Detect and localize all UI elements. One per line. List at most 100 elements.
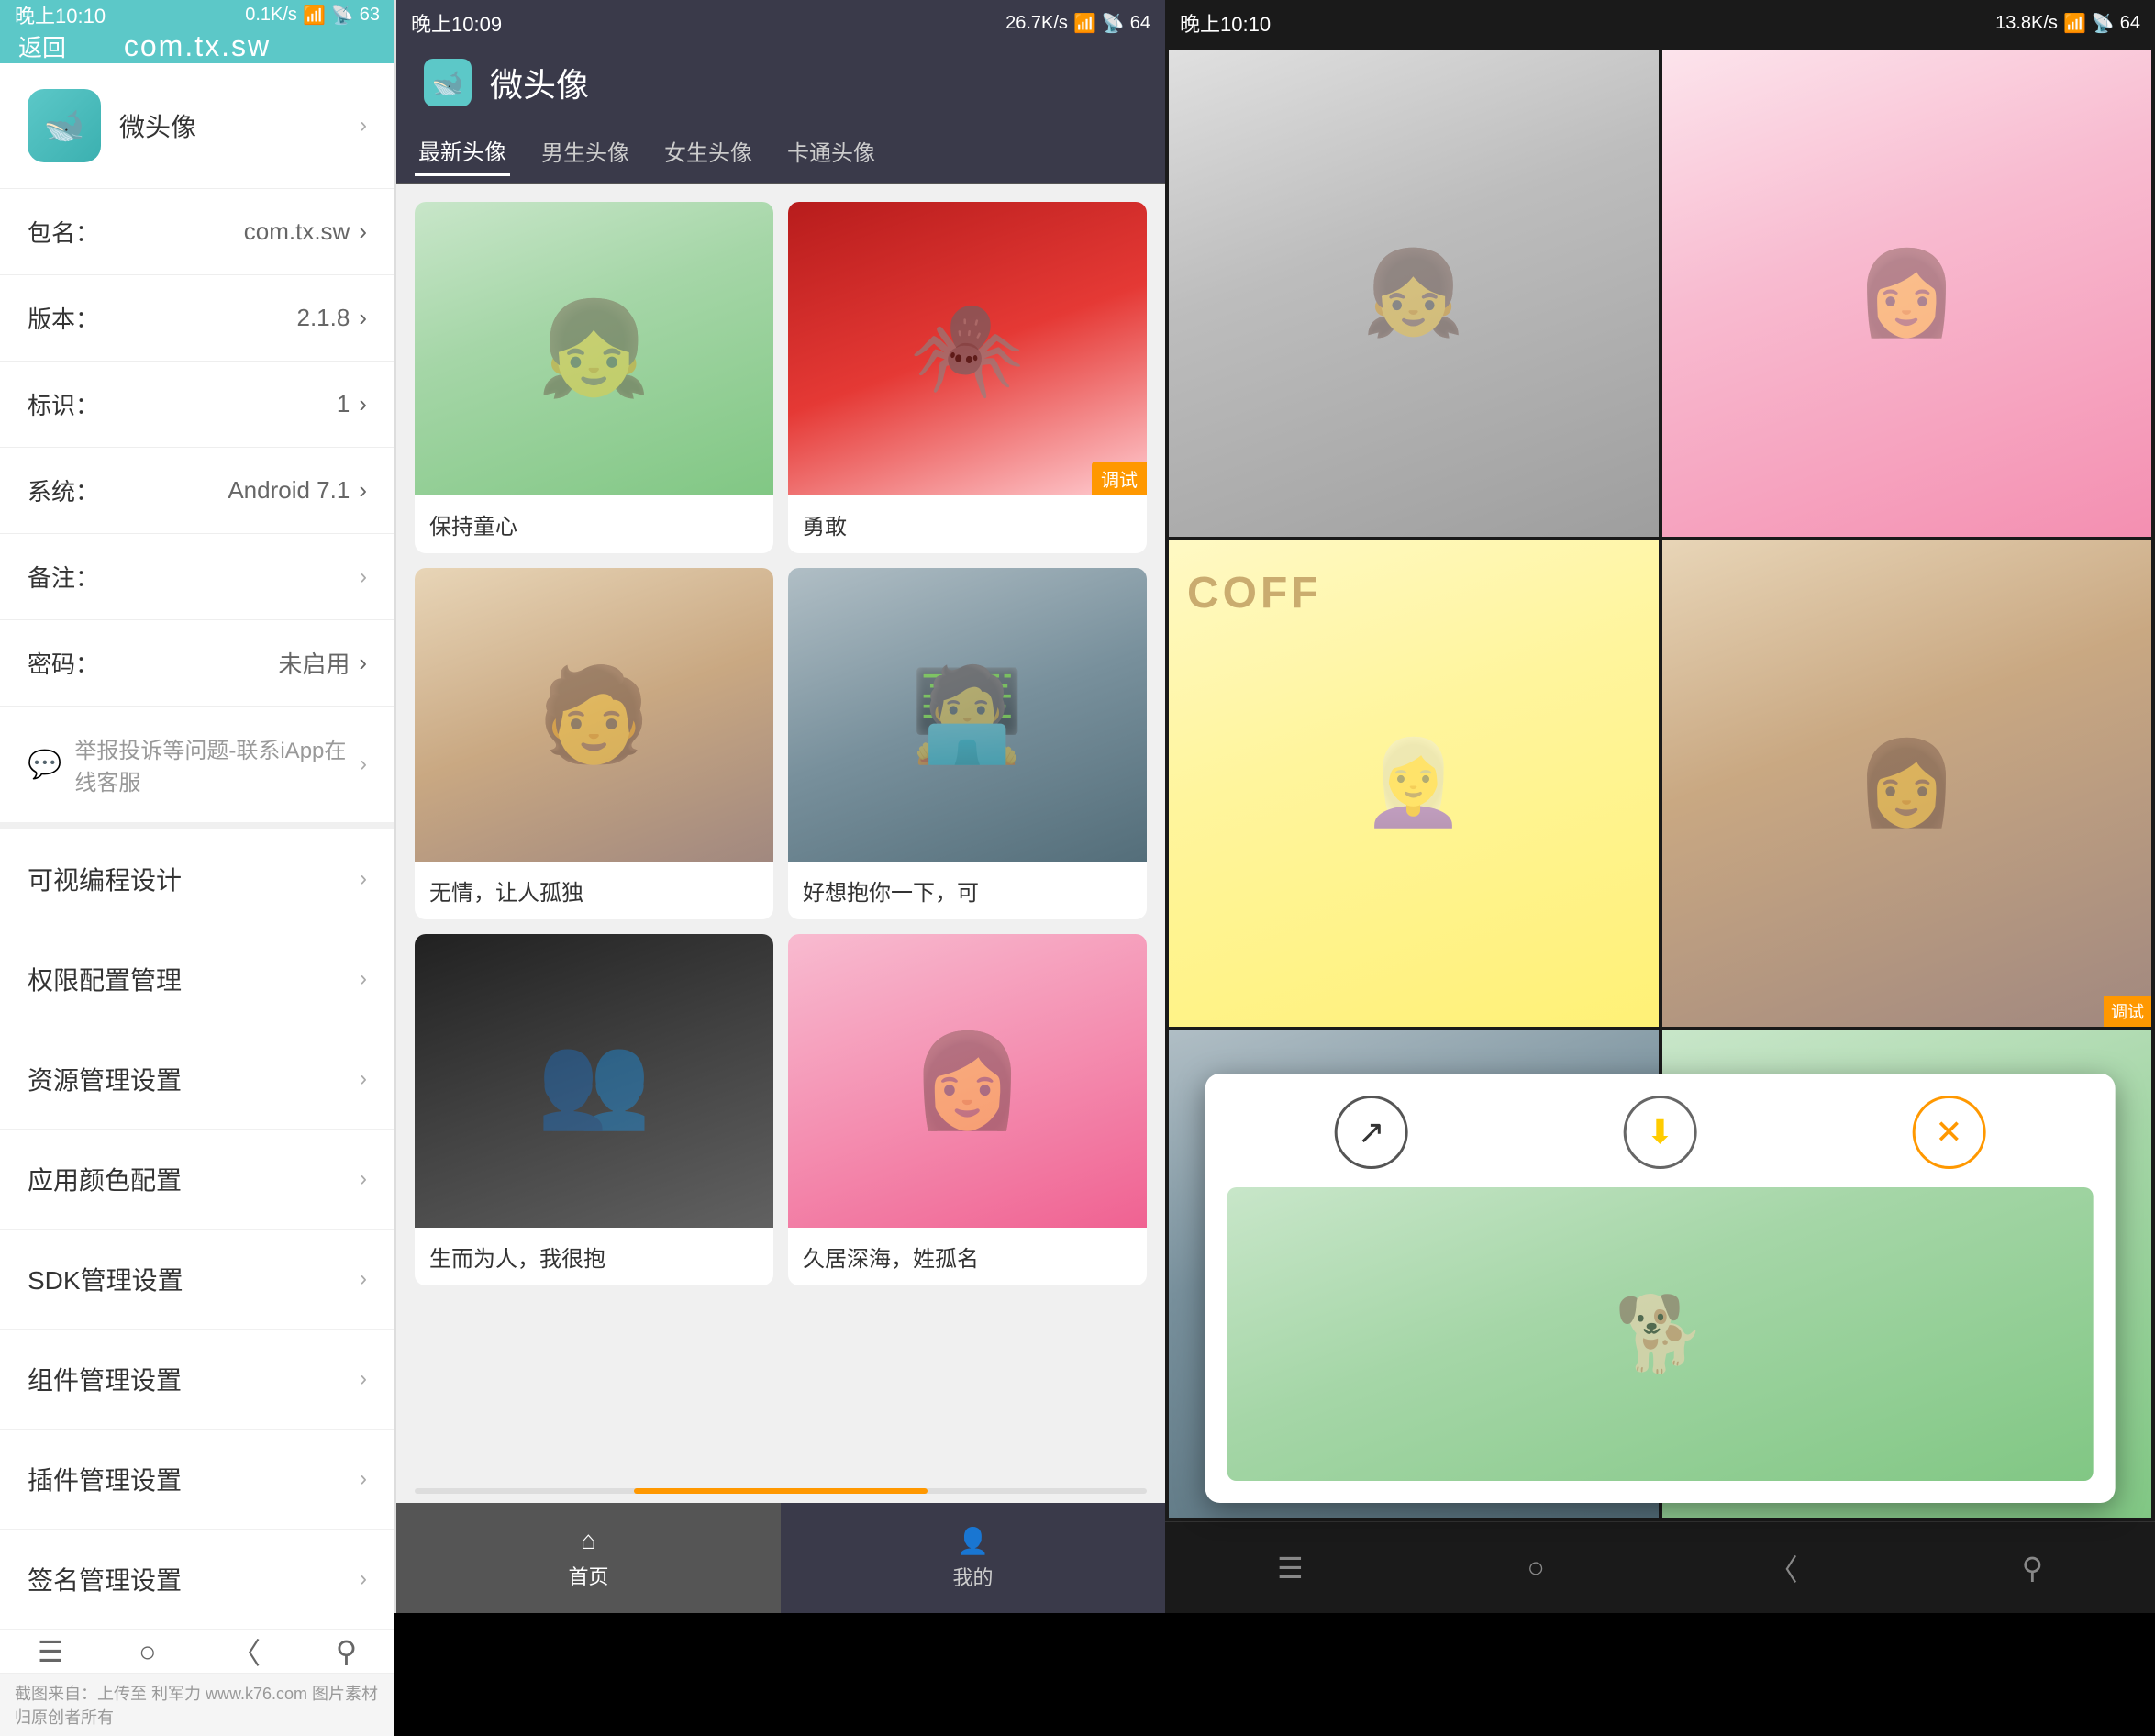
panel3-bottom-nav: ☰ ○ 〈 ⚲ [1165, 1521, 2155, 1613]
avatar-card-4-label: 生而为人，我很抱 [415, 1228, 773, 1285]
menu-item-components[interactable]: 组件管理设置 › [0, 1330, 394, 1430]
field-password-chevron-icon: › [359, 649, 367, 677]
app-icon-emoji: 🐋 [44, 106, 85, 145]
report-text: 举报投诉等问题-联系iApp在线客服 [74, 732, 347, 796]
field-version-value: 2.1.8 › [297, 304, 368, 332]
panel1-nav-home-icon[interactable]: ○ [139, 1635, 156, 1669]
avatar-card-1-label: 勇敢 [788, 495, 1147, 553]
avatar-card-4[interactable]: 👥 生而为人，我很抱 [415, 934, 773, 1285]
field-version[interactable]: 版本： 2.1.8 › [0, 275, 394, 362]
gallery-cell-3-image: 👩 调试 [1662, 540, 2152, 1028]
panel2-wifi-icon: 📡 [1102, 12, 1125, 35]
avatar-card-0[interactable]: 👧 保持童心 [415, 202, 773, 553]
panel3-image-gallery: 晚上10:10 13.8K/s 📶 📡 64 👧 👩 [1165, 0, 2155, 1613]
menu-item-signature[interactable]: 签名管理设置 › [0, 1530, 394, 1630]
panel2-nav-home[interactable]: ⌂ 首页 [396, 1503, 781, 1613]
popup-download-icon: ⬇ [1646, 1113, 1673, 1152]
app-icon: 🐋 [28, 89, 101, 162]
panel3-status-right: 13.8K/s 📶 📡 64 [1995, 12, 2140, 35]
gallery-cell-0[interactable]: 👧 [1169, 50, 1659, 537]
popup-close-icon: ✕ [1935, 1113, 1962, 1152]
tab-male-avatar[interactable]: 男生头像 [538, 128, 633, 174]
gallery-cell-2-image: 👩‍🦳 COFF [1169, 540, 1659, 1028]
menu-label-permissions: 权限配置管理 [28, 961, 182, 997]
avatar-card-3[interactable]: 🧑‍💻 好想抱你一下，可 [788, 568, 1147, 919]
avatar-card-0-image: 👧 [415, 202, 773, 495]
menu-label-resources: 资源管理设置 [28, 1061, 182, 1097]
panel1-statusbar: 晚上10:10 0.1K/s 📶 📡 63 [0, 0, 394, 29]
panel1-status-time: 晚上10:10 [15, 0, 106, 29]
panel3-nav-menu-icon[interactable]: ☰ [1277, 1551, 1304, 1586]
panel2-statusbar: 晚上10:09 26.7K/s 📶 📡 64 [396, 0, 1165, 46]
gallery-cell-1-image: 👩 [1662, 50, 2152, 537]
panel1-battery-text: 63 [360, 5, 380, 26]
panel3-nav-person-icon[interactable]: ⚲ [2022, 1551, 2043, 1586]
tab-latest-avatar[interactable]: 最新头像 [415, 127, 510, 176]
popup-close-button[interactable]: ✕ [1912, 1096, 1985, 1169]
menu-chevron-icon-1: › [360, 966, 367, 992]
panel1-signal-bars: 📶 [303, 4, 326, 27]
avatar-card-1-debug-badge: 调试 [1092, 462, 1147, 495]
avatar-card-5[interactable]: 👩 久居深海，姓孤名 [788, 934, 1147, 1285]
panel3-nav-back-icon[interactable]: 〈 [1769, 1547, 1798, 1589]
panel1-status-right: 0.1K/s 📶 📡 63 [245, 4, 380, 27]
panel1-nav-person-icon[interactable]: ⚲ [336, 1634, 357, 1669]
panel2-status-time: 晚上10:09 [411, 8, 502, 38]
popup-share-button[interactable]: ↗ [1335, 1096, 1408, 1169]
field-package[interactable]: 包名： com.tx.sw › [0, 189, 394, 275]
panel1-wifi-icon: 📡 [331, 4, 354, 27]
gallery-cell-1[interactable]: 👩 [1662, 50, 2152, 537]
report-row[interactable]: 💬 举报投诉等问题-联系iApp在线客服 › [0, 707, 394, 829]
tab-cartoon-avatar[interactable]: 卡通头像 [783, 128, 879, 174]
menu-label-signature: 签名管理设置 [28, 1561, 182, 1597]
menu-item-resources[interactable]: 资源管理设置 › [0, 1029, 394, 1130]
menu-item-permissions[interactable]: 权限配置管理 › [0, 929, 394, 1029]
gallery-cell-2[interactable]: 👩‍🦳 COFF [1169, 540, 1659, 1028]
panel2-nav-profile[interactable]: 👤 我的 [781, 1503, 1165, 1613]
panel3-signal-text: 13.8K/s [1995, 13, 2058, 34]
field-system-label: 系统： [28, 473, 99, 507]
field-note[interactable]: 备注： › [0, 534, 394, 620]
menu-item-visual-programming[interactable]: 可视编程设计 › [0, 829, 394, 929]
field-note-chevron-icon: › [360, 564, 367, 590]
tab-female-avatar[interactable]: 女生头像 [661, 128, 756, 174]
panel2-scroll-thumb [634, 1488, 927, 1494]
panel2-nav-home-label: 首页 [568, 1561, 608, 1590]
field-package-label: 包名： [28, 215, 99, 249]
menu-item-plugins[interactable]: 插件管理设置 › [0, 1430, 394, 1530]
panel1-signal-text: 0.1K/s [245, 5, 297, 26]
panel1-app-icon-row[interactable]: 🐋 微头像 › [0, 63, 394, 189]
avatar-card-1-image: 🕷️ 调试 [788, 202, 1147, 495]
panel1-back-button[interactable]: 返回 [18, 29, 66, 63]
field-system[interactable]: 系统： Android 7.1 › [0, 448, 394, 534]
field-note-label: 备注： [28, 560, 99, 594]
panel2-app-icon: 🐋 [424, 59, 472, 106]
panel2-nav-profile-label: 我的 [952, 1562, 993, 1591]
avatar-card-5-label: 久居深海，姓孤名 [788, 1228, 1147, 1285]
avatar-card-3-image: 🧑‍💻 [788, 568, 1147, 862]
menu-chevron-icon-3: › [360, 1166, 367, 1192]
panel3-status-time: 晚上10:10 [1180, 8, 1271, 38]
panel3-nav-home-icon[interactable]: ○ [1527, 1551, 1545, 1585]
field-identifier[interactable]: 标识： 1 › [0, 362, 394, 448]
gallery-cell-3[interactable]: 👩 调试 [1662, 540, 2152, 1028]
menu-item-colors[interactable]: 应用颜色配置 › [0, 1130, 394, 1230]
avatar-card-2[interactable]: 🧑 无情，让人孤独 [415, 568, 773, 919]
popup-download-button[interactable]: ⬇ [1623, 1096, 1696, 1169]
menu-label-colors: 应用颜色配置 [28, 1161, 182, 1197]
panel1-nav-back-icon[interactable]: 〈 [231, 1630, 261, 1673]
panel1-nav-menu-icon[interactable]: ☰ [38, 1634, 64, 1669]
menu-item-sdk[interactable]: SDK管理设置 › [0, 1230, 394, 1330]
field-system-chevron-icon: › [359, 476, 367, 505]
panel3-inner: 👧 👩 👩‍🦳 COFF 👩 调试 [1165, 46, 2155, 1613]
menu-chevron-icon-5: › [360, 1366, 367, 1392]
field-password[interactable]: 密码： 未启用 › [0, 620, 394, 707]
avatar-card-1[interactable]: 🕷️ 调试 勇敢 [788, 202, 1147, 553]
panel2-title: 微头像 [490, 59, 589, 106]
panel1-title: com.tx.sw [124, 29, 271, 63]
panel2-nav-home-icon: ⌂ [581, 1526, 596, 1555]
panel2-nav-profile-icon: 👤 [957, 1526, 989, 1556]
report-chevron-icon: › [360, 751, 367, 777]
panel2-content-grid: 👧 保持童心 🕷️ 调试 勇敢 🧑 无情，让人孤独 🧑‍💻 好想抱你一下，可 [396, 184, 1165, 1488]
panel3-wifi-icon: 📡 [2092, 12, 2115, 35]
